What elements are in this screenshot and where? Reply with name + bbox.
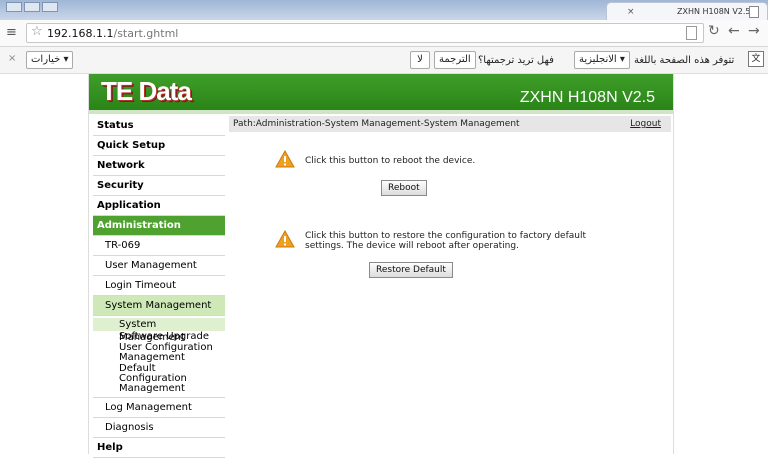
no-button[interactable]: لا xyxy=(410,51,430,69)
system-management-submenu: System Management Software Upgrade User … xyxy=(93,316,225,398)
translate-button[interactable]: الترجمة xyxy=(434,51,476,69)
sidebar-item-administration[interactable]: Administration xyxy=(93,216,225,236)
menu-icon[interactable]: ≡ xyxy=(6,25,17,40)
forward-icon[interactable]: → xyxy=(748,23,760,39)
sidebar-item-network[interactable]: Network xyxy=(93,156,225,176)
reboot-button[interactable]: Reboot xyxy=(381,180,427,196)
sidebar-item-tr069[interactable]: TR-069 xyxy=(93,236,225,256)
sidebar-item-log-management[interactable]: Log Management xyxy=(93,398,225,418)
sidebar-item-security[interactable]: Security xyxy=(93,176,225,196)
header-divider xyxy=(89,110,673,114)
restore-message-line1: Click this button to restore the configu… xyxy=(305,231,587,241)
restore-default-button[interactable]: Restore Default xyxy=(369,262,453,278)
browser-tab[interactable]: × ZXHN H108N V2.5 xyxy=(606,2,768,21)
back-icon[interactable]: ← xyxy=(728,23,740,39)
maximize-icon[interactable] xyxy=(24,2,40,12)
logo: TE Data xyxy=(101,76,192,106)
window-titlebar: × ZXHN H108N V2.5 xyxy=(0,0,768,21)
model-name: ZXHN H108N V2.5 xyxy=(519,89,655,106)
star-icon[interactable]: ☆ xyxy=(31,24,43,39)
tab-close-icon[interactable]: × xyxy=(627,7,635,17)
submenu-label-line: Management xyxy=(119,383,185,394)
path-text: Path:Administration-System Management-Sy… xyxy=(233,119,520,129)
translate-question: فهل تريد ترجمتها؟ xyxy=(478,55,554,66)
reboot-message: Click this button to reboot the device. xyxy=(305,156,476,166)
sidebar-item-application[interactable]: Application xyxy=(93,196,225,216)
page-icon xyxy=(749,6,759,18)
breadcrumb: Path:Administration-System Management-Sy… xyxy=(229,116,671,132)
submenu-item-software-upgrade[interactable]: Software Upgrade xyxy=(93,332,225,342)
close-icon[interactable]: × xyxy=(8,53,16,64)
sidebar-item-help[interactable]: Help xyxy=(93,438,225,458)
router-page: TE Data ZXHN H108N V2.5 Status Quick Set… xyxy=(88,74,674,458)
main-content: Path:Administration-System Management-Sy… xyxy=(229,116,671,446)
tab-title: ZXHN H108N V2.5 xyxy=(677,7,751,16)
url-text: 192.168.1.1/start.ghtml xyxy=(47,27,178,40)
sidebar-item-user-management[interactable]: User Management xyxy=(93,256,225,276)
submenu-item-system-management[interactable]: System Management xyxy=(93,318,225,343)
minimize-icon[interactable] xyxy=(6,2,22,12)
language-dropdown[interactable]: الانجليزية ▾ xyxy=(574,51,630,69)
url-host: 192.168.1.1 xyxy=(47,27,114,40)
sidebar: Status Quick Setup Network Security Appl… xyxy=(93,116,225,458)
sidebar-item-login-timeout[interactable]: Login Timeout xyxy=(93,276,225,296)
submenu-label-line: Default Configuration xyxy=(119,363,187,384)
sidebar-item-quick-setup[interactable]: Quick Setup xyxy=(93,136,225,156)
sidebar-item-system-management[interactable]: System Management xyxy=(93,296,225,316)
url-input[interactable]: ☆ 192.168.1.1/start.ghtml xyxy=(26,23,704,43)
options-dropdown[interactable]: خيارات ▾ xyxy=(26,51,74,69)
submenu-item-user-configuration-management[interactable]: User Configuration Management xyxy=(93,343,225,363)
submenu-label-line: Management xyxy=(119,352,185,363)
sidebar-item-status[interactable]: Status xyxy=(93,116,225,136)
reload-icon[interactable]: ↻ xyxy=(708,23,720,39)
address-bar: ≡ ☆ 192.168.1.1/start.ghtml ↻ ← → xyxy=(0,20,768,47)
restore-message-line2: settings. The device will reboot after o… xyxy=(305,241,519,251)
sidebar-item-diagnosis[interactable]: Diagnosis xyxy=(93,418,225,438)
url-path: /start.ghtml xyxy=(113,27,179,40)
warning-icon xyxy=(275,230,295,248)
page-header: TE Data ZXHN H108N V2.5 xyxy=(89,74,673,110)
translate-message: تتوفر هذه الصفحة باللغة xyxy=(634,55,735,66)
submenu-item-default-configuration-management[interactable]: Default Configuration Management xyxy=(93,364,225,394)
translate-bar: × خيارات ▾ لا الترجمة فهل تريد ترجمتها؟ … xyxy=(0,47,768,74)
window-controls[interactable] xyxy=(6,2,58,12)
warning-icon xyxy=(275,150,295,168)
logout-link[interactable]: Logout xyxy=(630,116,661,132)
translate-icon: 文 xyxy=(748,51,764,67)
close-window-icon[interactable] xyxy=(42,2,58,12)
page-info-icon[interactable] xyxy=(686,26,697,40)
